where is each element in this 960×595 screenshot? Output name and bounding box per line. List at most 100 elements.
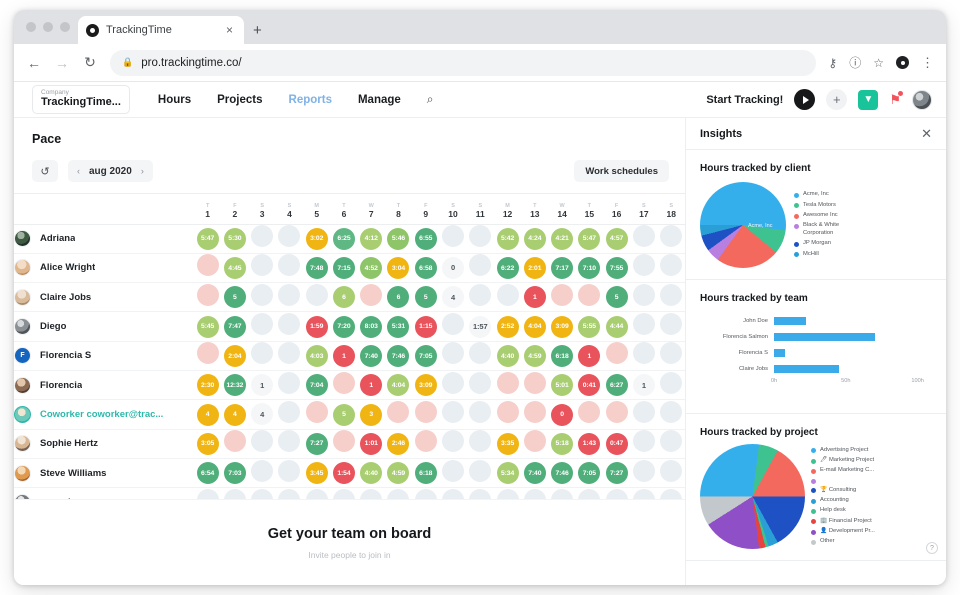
- month-picker[interactable]: ‹ aug 2020 ›: [68, 160, 153, 182]
- profile-icon[interactable]: [896, 56, 909, 69]
- pace-cell[interactable]: [658, 458, 685, 487]
- pace-cell[interactable]: 6:58: [412, 253, 439, 282]
- pace-bubble[interactable]: [442, 430, 465, 453]
- add-button[interactable]: +: [826, 89, 848, 110]
- nav-hours[interactable]: Hours: [158, 94, 191, 106]
- pace-cell[interactable]: [330, 429, 357, 458]
- pace-bubble[interactable]: 4: [223, 403, 246, 426]
- pace-bubble[interactable]: 3:09: [414, 374, 437, 397]
- member-cell[interactable]: Steve Williams: [14, 458, 194, 487]
- pace-cell[interactable]: [249, 341, 276, 370]
- pace-bubble[interactable]: 2:30: [196, 374, 219, 397]
- pace-cell[interactable]: [194, 283, 221, 312]
- pace-bubble[interactable]: 3: [360, 403, 383, 426]
- pace-cell[interactable]: [467, 283, 494, 312]
- key-icon[interactable]: ⚷: [828, 56, 837, 70]
- pace-bubble[interactable]: [496, 400, 519, 423]
- pace-bubble[interactable]: 3:09: [551, 315, 574, 338]
- pace-cell[interactable]: 5:55: [576, 312, 603, 341]
- pace-bubble[interactable]: 1:43: [578, 432, 601, 455]
- pace-cell[interactable]: 2:46: [385, 429, 412, 458]
- pace-bubble[interactable]: [632, 225, 655, 248]
- minimize-window-dot[interactable]: [43, 22, 53, 32]
- pace-cell[interactable]: 3:05: [194, 429, 221, 458]
- pace-cell[interactable]: 4: [194, 400, 221, 429]
- pace-bubble[interactable]: 0:47: [605, 432, 628, 455]
- pace-bubble[interactable]: [278, 459, 301, 482]
- refresh-button[interactable]: ↺: [32, 160, 58, 182]
- pace-cell[interactable]: 2:52: [494, 312, 521, 341]
- pace-cell[interactable]: 3:04: [385, 253, 412, 282]
- pace-cell[interactable]: 5:18: [548, 429, 575, 458]
- pace-cell[interactable]: 6:27: [603, 370, 630, 399]
- pace-cell[interactable]: 7:55: [603, 253, 630, 282]
- pace-cell[interactable]: [276, 283, 303, 312]
- table-row[interactable]: Sophie Hertz 3:05 7:27 1:01 2:46 3:35 5:18 1:43…: [14, 429, 685, 459]
- pace-bubble[interactable]: 7:47: [223, 315, 246, 338]
- pace-cell[interactable]: 7:46: [385, 341, 412, 370]
- pace-cell[interactable]: 4:59: [385, 458, 412, 487]
- pace-bubble[interactable]: 5:01: [551, 374, 574, 397]
- pace-cell[interactable]: 1: [330, 341, 357, 370]
- pace-cell[interactable]: [249, 429, 276, 458]
- pace-cell[interactable]: [194, 341, 221, 370]
- pace-bubble[interactable]: 1: [360, 374, 383, 397]
- pace-cell[interactable]: [221, 429, 248, 458]
- pace-bubble[interactable]: [251, 342, 274, 365]
- pace-bubble[interactable]: [251, 430, 274, 453]
- pace-bubble[interactable]: 3:45: [305, 462, 328, 485]
- pace-cell[interactable]: [358, 283, 385, 312]
- pace-bubble[interactable]: 7:17: [551, 257, 574, 280]
- help-icon[interactable]: ?: [926, 542, 938, 554]
- pace-cell[interactable]: 5:01: [548, 370, 575, 399]
- pace-cell[interactable]: 12:32: [221, 370, 248, 399]
- pace-bubble[interactable]: [469, 283, 492, 306]
- pace-cell[interactable]: 4: [221, 400, 248, 429]
- pace-bubble[interactable]: [496, 371, 519, 394]
- pace-bubble[interactable]: 5:47: [578, 227, 601, 250]
- pace-cell[interactable]: [658, 370, 685, 399]
- pace-cell[interactable]: [467, 370, 494, 399]
- close-window-dot[interactable]: [26, 22, 36, 32]
- table-row[interactable]: Steve Williams 6:54 7:03 3:45 1:54 4:40 4:59 6:…: [14, 458, 685, 488]
- nav-manage[interactable]: Manage: [358, 94, 401, 106]
- pace-bubble[interactable]: 0: [551, 403, 574, 426]
- pace-cell[interactable]: 4:52: [358, 253, 385, 282]
- pace-cell[interactable]: 1:43: [576, 429, 603, 458]
- close-icon[interactable]: ✕: [921, 126, 932, 142]
- member-cell[interactable]: Alice Wright: [14, 253, 194, 282]
- pace-bubble[interactable]: [278, 400, 301, 423]
- new-tab-icon[interactable]: +: [253, 23, 262, 38]
- pace-cell[interactable]: 1: [630, 370, 657, 399]
- pace-bubble[interactable]: 7:05: [414, 345, 437, 368]
- pace-bubble[interactable]: [442, 225, 465, 248]
- pace-bubble[interactable]: [387, 400, 410, 423]
- bookmark-star-icon[interactable]: ☆: [873, 56, 884, 70]
- pace-cell[interactable]: 4:44: [603, 312, 630, 341]
- user-avatar[interactable]: [912, 89, 932, 110]
- pace-cell[interactable]: [630, 283, 657, 312]
- pace-bubble[interactable]: [442, 313, 465, 336]
- pace-bubble[interactable]: [278, 225, 301, 248]
- pace-bubble[interactable]: 1: [523, 286, 546, 309]
- pace-cell[interactable]: 2:30: [194, 370, 221, 399]
- flag-icon[interactable]: ⚑: [889, 90, 903, 108]
- pace-bubble[interactable]: 2:04: [223, 345, 246, 368]
- table-row[interactable]: Adriana 5:47 5:30 3:02 6:25 4:12 5:46 6:55 5:42 4…: [14, 224, 685, 254]
- pace-bubble[interactable]: 4:59: [523, 345, 546, 368]
- pace-cell[interactable]: 4:59: [521, 341, 548, 370]
- pace-bubble[interactable]: 4: [196, 403, 219, 426]
- pace-bubble[interactable]: 7:04: [305, 374, 328, 397]
- pace-bubble[interactable]: 5:18: [551, 432, 574, 455]
- pace-cell[interactable]: [330, 370, 357, 399]
- pace-cell[interactable]: 0: [439, 253, 466, 282]
- pace-cell[interactable]: 4:04: [521, 312, 548, 341]
- nav-reports[interactable]: Reports: [289, 94, 332, 106]
- pace-bubble[interactable]: [442, 459, 465, 482]
- pace-cell[interactable]: 4: [439, 283, 466, 312]
- pace-cell[interactable]: [494, 283, 521, 312]
- pace-cell[interactable]: 6:25: [330, 224, 357, 253]
- pace-bubble[interactable]: [660, 400, 683, 423]
- pace-bubble[interactable]: 3:05: [196, 432, 219, 455]
- pace-cell[interactable]: [439, 458, 466, 487]
